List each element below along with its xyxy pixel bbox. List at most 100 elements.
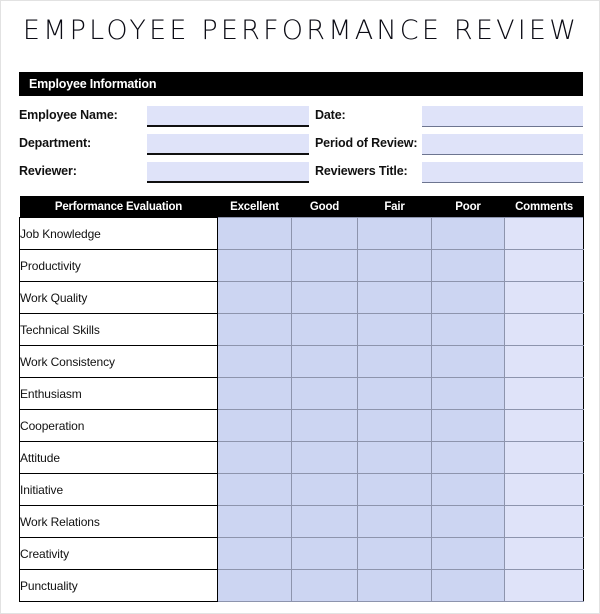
- rating-cell-poor[interactable]: [431, 505, 505, 538]
- rating-cell-excellent[interactable]: [217, 505, 292, 538]
- column-header-criterion: Performance Evaluation: [19, 196, 218, 218]
- rating-cell-good[interactable]: [291, 377, 358, 410]
- rating-cell-good[interactable]: [291, 537, 358, 570]
- rating-cell-excellent[interactable]: [217, 569, 292, 602]
- field-group-reviewers-title: Reviewers Title:: [309, 160, 583, 183]
- table-row: Enthusiasm: [19, 377, 584, 410]
- rating-cell-good[interactable]: [291, 441, 358, 474]
- rating-cell-poor[interactable]: [431, 249, 505, 282]
- comments-cell[interactable]: [504, 505, 584, 538]
- rating-cell-fair[interactable]: [357, 249, 432, 282]
- rating-cell-fair[interactable]: [357, 569, 432, 602]
- rating-cell-fair[interactable]: [357, 537, 432, 570]
- table-row: Work Relations: [19, 505, 584, 538]
- label-date: Date:: [315, 108, 346, 122]
- label-reviewer: Reviewer:: [19, 164, 77, 178]
- rating-cell-excellent[interactable]: [217, 217, 292, 250]
- table-row: Work Quality: [19, 281, 584, 314]
- table-row: Attitude: [19, 441, 584, 474]
- input-reviewers-title[interactable]: [422, 162, 583, 183]
- comments-cell[interactable]: [504, 345, 584, 378]
- rating-cell-excellent[interactable]: [217, 473, 292, 506]
- rating-cell-poor[interactable]: [431, 217, 505, 250]
- info-row-name-date: Employee Name: Date:: [19, 101, 583, 127]
- comments-cell[interactable]: [504, 313, 584, 346]
- table-body: Job Knowledge Productivity Work Quality Tec…: [19, 217, 584, 602]
- rating-cell-poor[interactable]: [431, 281, 505, 314]
- rating-cell-poor[interactable]: [431, 569, 505, 602]
- rating-cell-excellent[interactable]: [217, 249, 292, 282]
- rating-cell-fair[interactable]: [357, 281, 432, 314]
- rating-cell-fair[interactable]: [357, 505, 432, 538]
- rating-cell-poor[interactable]: [431, 409, 505, 442]
- rating-cell-excellent[interactable]: [217, 441, 292, 474]
- label-period-of-review: Period of Review:: [315, 136, 418, 150]
- rating-cell-good[interactable]: [291, 217, 358, 250]
- field-group-period-of-review: Period of Review:: [309, 132, 583, 155]
- rating-cell-excellent[interactable]: [217, 377, 292, 410]
- criterion-cell: Work Consistency: [19, 345, 218, 378]
- field-group-reviewer: Reviewer:: [19, 160, 309, 183]
- input-employee-name[interactable]: [147, 106, 309, 127]
- comments-cell[interactable]: [504, 249, 584, 282]
- column-header-good: Good: [291, 196, 358, 218]
- rating-cell-excellent[interactable]: [217, 281, 292, 314]
- rating-cell-fair[interactable]: [357, 441, 432, 474]
- rating-cell-fair[interactable]: [357, 409, 432, 442]
- input-period-of-review[interactable]: [422, 134, 583, 155]
- criterion-cell: Technical Skills: [19, 313, 218, 346]
- table-row: Work Consistency: [19, 345, 584, 378]
- label-employee-name: Employee Name:: [19, 108, 118, 122]
- table-row: Punctuality: [19, 569, 584, 602]
- rating-cell-good[interactable]: [291, 505, 358, 538]
- comments-cell[interactable]: [504, 441, 584, 474]
- rating-cell-good[interactable]: [291, 473, 358, 506]
- column-header-poor: Poor: [431, 196, 505, 218]
- rating-cell-good[interactable]: [291, 409, 358, 442]
- performance-review-document: EMPLOYEE PERFORMANCE REVIEW Employee Inf…: [0, 0, 600, 614]
- rating-cell-poor[interactable]: [431, 313, 505, 346]
- comments-cell[interactable]: [504, 409, 584, 442]
- rating-cell-good[interactable]: [291, 249, 358, 282]
- comments-cell[interactable]: [504, 377, 584, 410]
- criterion-cell: Job Knowledge: [19, 217, 218, 250]
- rating-cell-poor[interactable]: [431, 441, 505, 474]
- rating-cell-fair[interactable]: [357, 313, 432, 346]
- input-date[interactable]: [422, 106, 583, 127]
- rating-cell-excellent[interactable]: [217, 409, 292, 442]
- table-header: Performance Evaluation Excellent Good Fa…: [19, 196, 584, 218]
- criterion-cell: Work Relations: [19, 505, 218, 538]
- input-department[interactable]: [147, 134, 309, 155]
- rating-cell-fair[interactable]: [357, 217, 432, 250]
- employee-information-fields: Employee Name: Date: Department: Period …: [19, 101, 583, 185]
- rating-cell-good[interactable]: [291, 345, 358, 378]
- rating-cell-excellent[interactable]: [217, 345, 292, 378]
- rating-cell-poor[interactable]: [431, 473, 505, 506]
- rating-cell-fair[interactable]: [357, 345, 432, 378]
- table-row: Job Knowledge: [19, 217, 584, 250]
- comments-cell[interactable]: [504, 537, 584, 570]
- rating-cell-poor[interactable]: [431, 537, 505, 570]
- comments-cell[interactable]: [504, 217, 584, 250]
- column-header-excellent: Excellent: [217, 196, 292, 218]
- criterion-cell: Attitude: [19, 441, 218, 474]
- rating-cell-excellent[interactable]: [217, 537, 292, 570]
- field-group-employee-name: Employee Name:: [19, 104, 309, 127]
- comments-cell[interactable]: [504, 281, 584, 314]
- label-reviewers-title: Reviewers Title:: [315, 164, 408, 178]
- input-reviewer[interactable]: [147, 162, 309, 183]
- rating-cell-fair[interactable]: [357, 473, 432, 506]
- comments-cell[interactable]: [504, 569, 584, 602]
- rating-cell-good[interactable]: [291, 313, 358, 346]
- rating-cell-good[interactable]: [291, 281, 358, 314]
- table-header-row: Performance Evaluation Excellent Good Fa…: [19, 196, 584, 218]
- rating-cell-fair[interactable]: [357, 377, 432, 410]
- performance-evaluation-table-wrapper: Performance Evaluation Excellent Good Fa…: [19, 196, 584, 602]
- rating-cell-good[interactable]: [291, 569, 358, 602]
- rating-cell-poor[interactable]: [431, 345, 505, 378]
- comments-cell[interactable]: [504, 473, 584, 506]
- table-row: Productivity: [19, 249, 584, 282]
- column-header-comments: Comments: [504, 196, 584, 218]
- rating-cell-excellent[interactable]: [217, 313, 292, 346]
- rating-cell-poor[interactable]: [431, 377, 505, 410]
